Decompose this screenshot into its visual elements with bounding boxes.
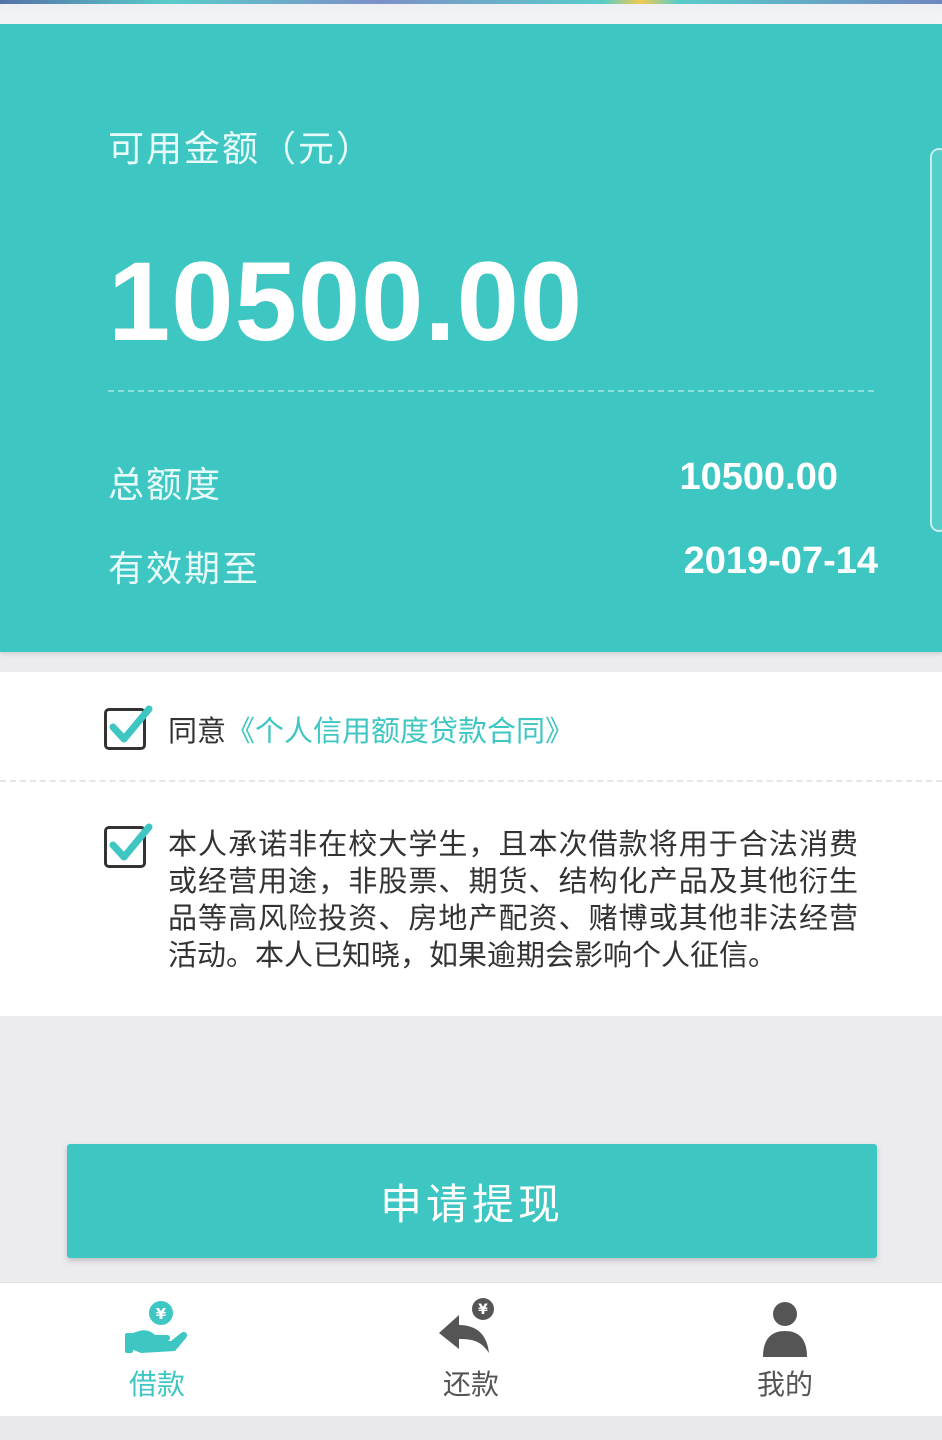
valid-until-row: 有效期至 2019-07-14 <box>108 540 878 590</box>
top-strip <box>0 0 942 25</box>
bottom-strip <box>0 1416 942 1440</box>
total-limit-label: 总额度 <box>108 465 223 506</box>
contract-link[interactable]: 《个人信用额度贷款合同》 <box>226 714 574 748</box>
valid-until-label: 有效期至 <box>108 549 261 590</box>
bottom-tab-bar: ¥ 借款 ¥ 还款 我的 <box>0 1282 942 1417</box>
credit-card-panel: 可用金额（元） 10500.00 总额度 10500.00 有效期至 2019-… <box>0 24 942 652</box>
top-color-line <box>0 0 942 4</box>
tab-repay-label: 还款 <box>442 1368 499 1401</box>
terms-divider <box>0 780 942 782</box>
repay-arrow-yuan-icon: ¥ <box>439 1298 494 1353</box>
loan-hand-yuan-icon: ¥ <box>125 1301 188 1353</box>
checkmark-icon <box>109 705 153 743</box>
valid-until-value: 2019-07-14 <box>683 540 878 582</box>
checkmark-icon <box>109 823 153 861</box>
total-limit-value: 10500.00 <box>679 456 839 498</box>
agree-contract-checkbox[interactable] <box>104 705 153 750</box>
tab-mine-label: 我的 <box>756 1368 813 1401</box>
agree-contract-text: 同意《个人信用额度贷款合同》 <box>168 708 574 750</box>
tab-mine[interactable]: 我的 <box>685 1283 885 1417</box>
promise-text: 本人承诺非在校大学生，且本次借款将用于合法消费或经营用途，非股票、期货、结构化产… <box>168 827 858 972</box>
tab-repay[interactable]: ¥ 还款 <box>371 1283 571 1417</box>
svg-text:¥: ¥ <box>156 1305 167 1323</box>
available-amount-label: 可用金额（元） <box>108 129 375 170</box>
card-divider <box>108 390 874 392</box>
available-amount-value: 10500.00 <box>108 239 584 364</box>
total-limit-row: 总额度 10500.00 <box>108 456 878 506</box>
promise-checkbox[interactable] <box>104 823 153 868</box>
apply-withdraw-button[interactable]: 申请提现 <box>67 1144 877 1258</box>
agree-prefix: 同意 <box>168 714 227 748</box>
tab-loan[interactable]: ¥ 借款 <box>57 1283 257 1417</box>
user-profile-icon <box>763 1302 807 1357</box>
terms-section: 同意《个人信用额度贷款合同》 本人承诺非在校大学生，且本次借款将用于合法消费或经… <box>0 672 942 1016</box>
tab-loan-label: 借款 <box>128 1368 185 1401</box>
side-scroll-handle[interactable] <box>930 148 942 532</box>
svg-text:¥: ¥ <box>478 1302 488 1318</box>
